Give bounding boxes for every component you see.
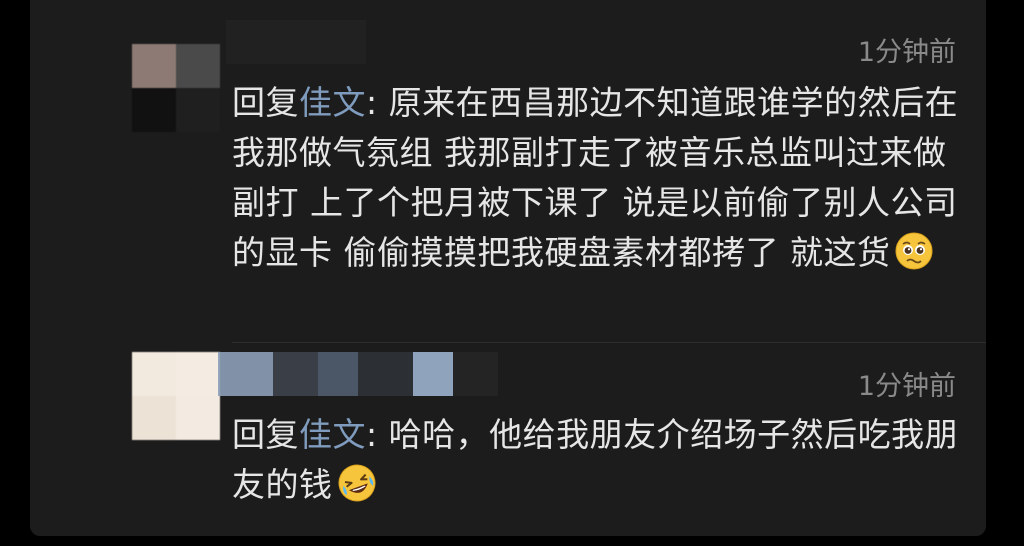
rolling-laughing-face-icon — [338, 464, 375, 502]
pleading-face-icon — [895, 232, 933, 270]
mention-link[interactable]: 佳文 — [299, 83, 366, 122]
reply-prefix: 回复 — [232, 415, 299, 454]
avatar[interactable] — [132, 44, 220, 132]
reply-prefix: 回复 — [232, 83, 299, 122]
comment-timestamp: 1分钟前 — [857, 371, 956, 402]
reply-separator: : — [366, 415, 389, 454]
comment-item[interactable]: 1分钟前 回复佳文: 原来在西昌那边不知道跟谁学的然后在我那做气氛组 我那副打走… — [30, 0, 986, 340]
mention-link[interactable]: 佳文 — [299, 415, 366, 454]
avatar[interactable] — [132, 352, 220, 440]
reply-separator: : — [366, 83, 389, 122]
comment-body: 回复佳文: 哈哈，他给我朋友介绍场子然后吃我朋友的钱 — [232, 410, 962, 510]
comment-body: 回复佳文: 原来在西昌那边不知道跟谁学的然后在我那做气氛组 我那副打走了被音乐总… — [232, 78, 962, 278]
username-blurred[interactable] — [218, 352, 498, 396]
username-blurred[interactable] — [226, 20, 366, 64]
comments-card: 1分钟前 回复佳文: 原来在西昌那边不知道跟谁学的然后在我那做气氛组 我那副打走… — [30, 0, 986, 536]
comment-timestamp: 1分钟前 — [857, 37, 956, 68]
comment-item[interactable]: 1分钟前 回复佳文: 哈哈，他给我朋友介绍场子然后吃我朋友的钱 — [30, 342, 986, 536]
